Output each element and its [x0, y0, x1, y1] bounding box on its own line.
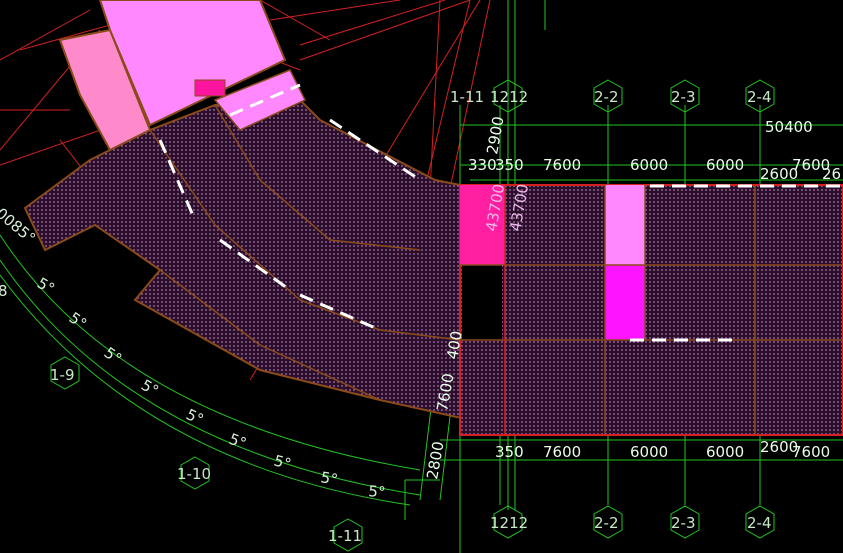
dim-bottom-7600a: 7600 [543, 443, 581, 461]
angle-label-1: 5° [34, 274, 58, 298]
grid-label-1212-bottom: 1212 [490, 514, 528, 532]
dim-top-350: 350 [495, 156, 524, 174]
grid-label-2-3-top: 2-3 [671, 88, 696, 106]
dim-bottom-6000b: 6000 [706, 443, 744, 461]
dim-vertical-2900: 2900 [483, 115, 507, 156]
angle-label-8: 5° [319, 468, 339, 489]
dim-top-2600: 2600 [760, 165, 798, 183]
dim-top-7600a: 7600 [543, 156, 581, 174]
dim-top-26: 26 [822, 165, 841, 183]
dim-bottom-7600b: 7600 [792, 443, 830, 461]
dim-top-330: 330 [468, 156, 497, 174]
floor-plan-drawing[interactable]: 1-11 1212 2-2 2-3 2-4 1212 2-2 2-3 2-4 1… [0, 0, 843, 553]
grid-label-2-3-bottom: 2-3 [671, 514, 696, 532]
dim-top-6000a: 6000 [630, 156, 668, 174]
left-partial-8: 8 [0, 282, 8, 300]
grid-label-2-2-top: 2-2 [594, 88, 619, 106]
grid-label-2-2-bottom: 2-2 [594, 514, 619, 532]
angle-label-2: 5° [66, 309, 90, 334]
grid-label-1-11-top: 1-11 [450, 88, 484, 106]
dim-overall-top: 50400 [765, 118, 813, 136]
angle-label-9: 5° [368, 482, 387, 501]
grid-label-2-4-top: 2-4 [747, 88, 772, 106]
angle-label-7: 5° [272, 451, 293, 473]
cad-viewport[interactable]: 1-11 1212 2-2 2-3 2-4 1212 2-2 2-3 2-4 1… [0, 0, 843, 553]
grid-label-1-10: 1-10 [177, 465, 211, 483]
dim-top-6000b: 6000 [706, 156, 744, 174]
angle-label-5: 5° [183, 405, 206, 429]
dim-bottom-350: 350 [495, 443, 524, 461]
grid-label-1212-top: 1212 [490, 88, 528, 106]
grid-label-1-11-arc: 1-11 [328, 527, 362, 545]
grid-label-1-9: 1-9 [50, 366, 75, 384]
dim-bottom-6000a: 6000 [630, 443, 668, 461]
grid-label-2-4-bottom: 2-4 [747, 514, 772, 532]
